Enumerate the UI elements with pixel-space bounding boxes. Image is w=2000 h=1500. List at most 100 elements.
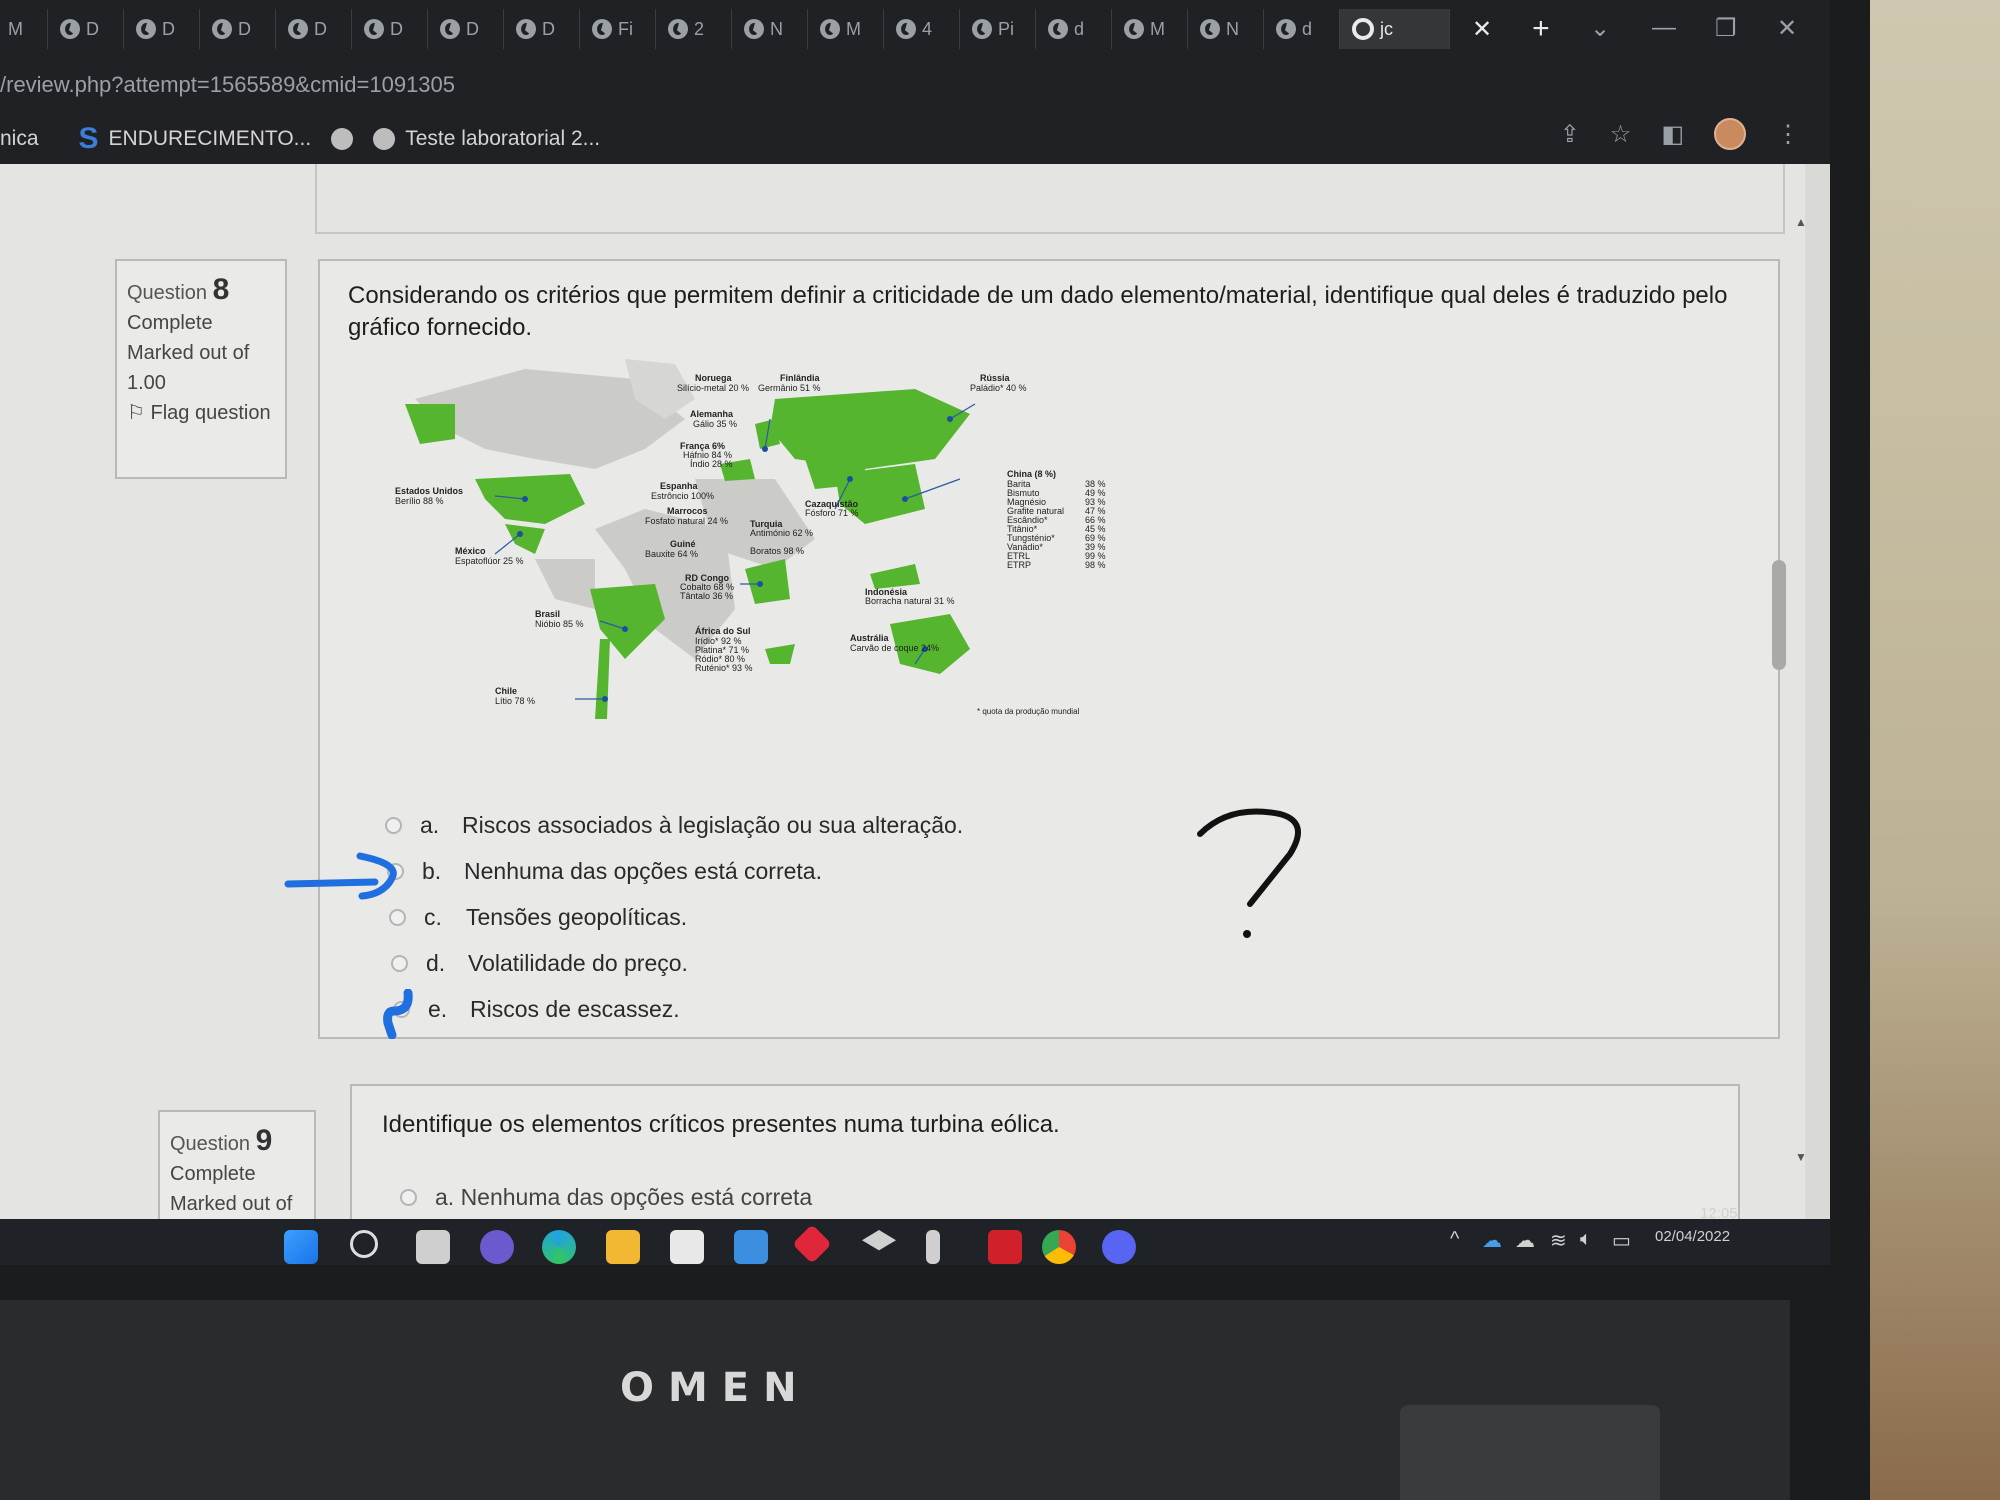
tab[interactable]: 2	[656, 9, 732, 49]
scroll-up-icon[interactable]: ▲	[1795, 215, 1807, 229]
answer-letter: e.	[428, 996, 448, 1022]
tab[interactable]: d	[1036, 9, 1112, 49]
tab[interactable]: D	[48, 9, 124, 49]
tab-label: jc	[1380, 18, 1393, 39]
scroll-down-icon[interactable]: ▼	[1795, 1150, 1807, 1164]
map-value: 98 %	[1085, 560, 1106, 570]
scrollbar-thumb[interactable]	[1772, 560, 1786, 670]
ink-arrow	[284, 852, 397, 900]
tab-label: M	[8, 18, 23, 39]
search-icon[interactable]	[350, 1230, 378, 1258]
clock-time[interactable]: 12:05	[1700, 1205, 1738, 1222]
toolbar-icons: ⇪ ☆ ◧ ⋮	[1560, 118, 1800, 150]
tab[interactable]: D	[428, 9, 504, 49]
map-value: Silício-metal 20 %	[677, 383, 749, 393]
onedrive-icon[interactable]: ☁	[1482, 1228, 1502, 1253]
tab[interactable]: D	[124, 9, 200, 49]
tab[interactable]: D	[352, 9, 428, 49]
tab-label: d	[1302, 18, 1313, 39]
tab[interactable]: Fi	[580, 9, 656, 49]
flag-question[interactable]: ⚐ Flag question	[127, 398, 275, 428]
tray-chevron-icon[interactable]: ^	[1450, 1228, 1459, 1251]
teams-chat-icon[interactable]	[480, 1230, 514, 1264]
discord-icon[interactable]	[1102, 1230, 1136, 1264]
question-status: Complete	[127, 312, 213, 334]
bookmark-partial[interactable]: nica	[0, 127, 39, 151]
close-window-icon[interactable]: ✕	[1777, 14, 1797, 43]
ink-question-mark: ?	[1197, 808, 1301, 938]
answer-letter: d.	[426, 950, 446, 976]
tab[interactable]: N	[732, 9, 808, 49]
file-explorer-icon[interactable]	[606, 1230, 640, 1264]
answer-option-e[interactable]: e. Riscos de escassez.	[393, 996, 680, 1023]
radio-button[interactable]	[400, 1189, 417, 1206]
share-icon[interactable]: ⇪	[1560, 120, 1580, 149]
tab-search-icon[interactable]: ⌄	[1590, 14, 1610, 43]
volume-icon[interactable]: 🔈︎	[1580, 1228, 1592, 1251]
tab[interactable]: M	[808, 9, 884, 49]
new-tab-button[interactable]: +	[1532, 12, 1550, 46]
globe-icon	[1048, 19, 1068, 39]
question-status: Complete	[170, 1163, 256, 1185]
radio-button[interactable]	[389, 909, 406, 926]
menu-icon[interactable]: ⋮	[1776, 120, 1800, 149]
answer-option-b[interactable]: b. Nenhuma das opções está correta.	[387, 858, 822, 885]
close-tab-icon[interactable]: ✕	[1472, 15, 1492, 44]
windows-start-icon[interactable]	[284, 1230, 318, 1264]
question-label: Question	[127, 282, 208, 304]
minimize-icon[interactable]: —	[1652, 14, 1676, 42]
wifi-icon[interactable]: ≋	[1550, 1228, 1567, 1253]
question-info: Question 9 Complete Marked out of	[158, 1110, 316, 1219]
tab[interactable]: N	[1188, 9, 1264, 49]
profile-avatar[interactable]	[1714, 118, 1746, 150]
edge-icon[interactable]	[542, 1230, 576, 1264]
tab[interactable]: Pi	[960, 9, 1036, 49]
map-drcongo	[745, 559, 790, 604]
bookmark-teste[interactable]: Teste laboratorial 2...	[373, 127, 600, 151]
question-info: Question 8 Complete Marked out of 1.00 ⚐…	[115, 259, 287, 479]
bookmark-endurecimento[interactable]: S ENDURECIMENTO...	[79, 122, 312, 156]
map-label: África do Sul	[695, 626, 751, 636]
answer-option-c[interactable]: c. Tensões geopolíticas.	[389, 904, 687, 931]
answer-option-a[interactable]: a. Nenhuma das opções está correta	[400, 1184, 812, 1211]
globe-icon	[1124, 19, 1144, 39]
tab[interactable]: d	[1264, 9, 1340, 49]
url-text[interactable]: /review.php?attempt=1565589&cmid=1091305	[0, 72, 455, 98]
tab[interactable]: D	[276, 9, 352, 49]
tab-active[interactable]: jc	[1340, 9, 1450, 49]
address-bar[interactable]: /review.php?attempt=1565589&cmid=1091305	[0, 62, 1830, 114]
map-label: Brasil	[535, 609, 560, 619]
chrome-icon[interactable]	[1042, 1230, 1076, 1264]
store-icon[interactable]	[670, 1230, 704, 1264]
mail-icon[interactable]	[734, 1230, 768, 1264]
tab[interactable]: M	[0, 9, 48, 49]
tab-label: Pi	[998, 18, 1015, 39]
battery-icon[interactable]: ▭	[1612, 1228, 1631, 1253]
question-prompt: Considerando os critérios que permitem d…	[348, 282, 1728, 341]
bookmark-globe[interactable]	[331, 128, 354, 150]
office-icon[interactable]	[988, 1230, 1022, 1264]
sidepanel-icon[interactable]: ◧	[1661, 120, 1684, 149]
map-label: China (8 %)	[1007, 469, 1056, 479]
tab[interactable]: D	[200, 9, 276, 49]
map-label: Chile	[495, 686, 517, 696]
radio-button[interactable]	[385, 817, 402, 834]
star-icon[interactable]: ☆	[1610, 120, 1632, 149]
clock-date[interactable]: 02/04/2022	[1655, 1228, 1730, 1245]
map-value: Índio 28 %	[690, 459, 733, 469]
answer-option-d[interactable]: d. Volatilidade do preço.	[391, 950, 688, 977]
cloud-alert-icon[interactable]: ☁	[1515, 1228, 1535, 1253]
china-list: Barita Bismuto Magnésio Grafite natural …	[1007, 479, 1106, 570]
task-view-icon[interactable]	[416, 1230, 450, 1264]
scrollbar[interactable]	[1805, 164, 1830, 1219]
answer-letter: c.	[424, 904, 442, 930]
tab[interactable]: 4	[884, 9, 960, 49]
radio-button[interactable]	[391, 955, 408, 972]
app-bolt-icon[interactable]	[926, 1230, 940, 1264]
tab-bar: M D D D D D D D Fi 2 N M 4 Pi d M N d jc…	[0, 0, 1830, 58]
restore-icon[interactable]: ❐	[1715, 14, 1737, 43]
answer-option-a[interactable]: a. Riscos associados à legislação ou sua…	[385, 812, 963, 839]
tab[interactable]: D	[504, 9, 580, 49]
tab[interactable]: M	[1112, 9, 1188, 49]
globe-icon	[331, 128, 354, 150]
